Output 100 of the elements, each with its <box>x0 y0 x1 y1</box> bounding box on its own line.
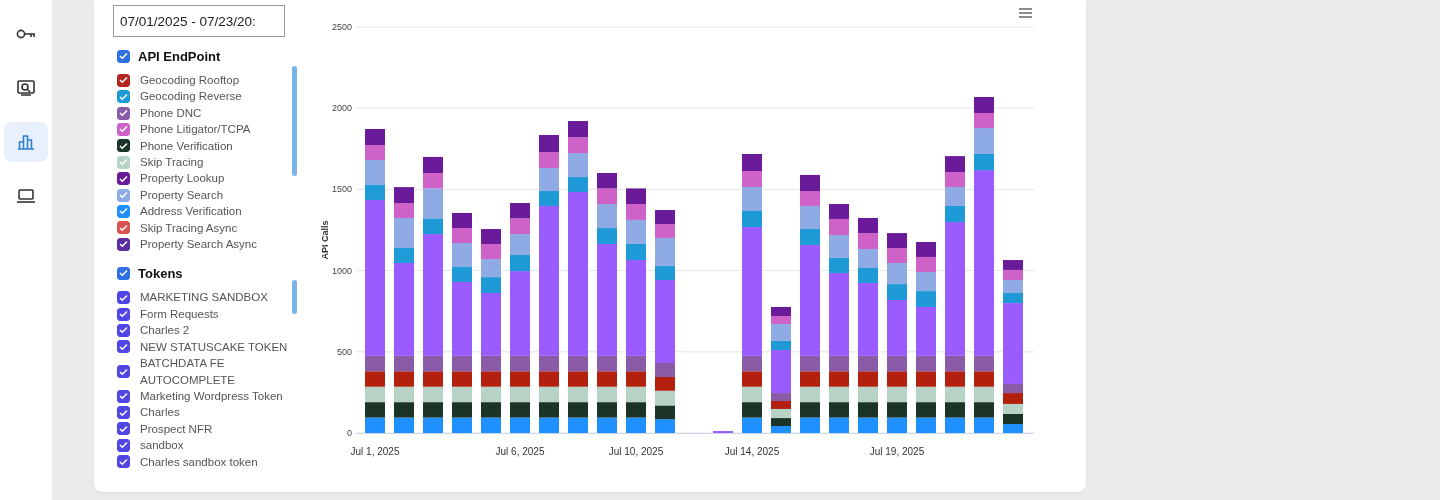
y-tick-label: 1500 <box>331 184 352 195</box>
bar-segment <box>887 402 907 418</box>
bar-segment <box>568 402 588 418</box>
bar-segment <box>858 402 878 418</box>
bar-segment <box>481 371 501 387</box>
x-tick-label: Jul 6, 2025 <box>495 446 545 457</box>
bar-segment <box>800 174 820 191</box>
bar-segment <box>974 371 994 387</box>
bar-segment <box>945 371 965 387</box>
bar-segment <box>858 371 878 387</box>
filter-checkbox[interactable] <box>117 188 130 202</box>
bar-segment <box>858 218 878 234</box>
x-tick-label: Jul 19, 2025 <box>869 446 925 457</box>
bar-segment <box>771 307 791 317</box>
chart-nav-button[interactable] <box>4 122 48 162</box>
bar-segment <box>394 371 414 387</box>
filter-label: Phone DNC <box>140 105 202 121</box>
bar-segment <box>423 156 443 173</box>
filter-checkbox[interactable] <box>117 365 130 378</box>
group-checkbox[interactable] <box>117 266 130 280</box>
bar-segment <box>916 272 936 292</box>
filter-checkbox[interactable] <box>117 90 130 104</box>
bar-segment <box>800 402 820 418</box>
y-axis-title: API Calls <box>320 220 330 260</box>
bar-segment <box>887 371 907 387</box>
filter-checkbox[interactable] <box>117 406 130 419</box>
filter-checkbox[interactable] <box>117 139 130 153</box>
filter-checkbox[interactable] <box>117 324 130 337</box>
filter-checkbox[interactable] <box>117 455 130 469</box>
bar-segment <box>655 419 675 433</box>
bar-segment <box>974 402 994 418</box>
filter-checkbox[interactable] <box>117 172 130 186</box>
filter-label: Phone Litigator/TCPA <box>140 122 251 138</box>
filter-checkbox[interactable] <box>117 204 130 218</box>
bar-segment <box>829 371 849 387</box>
bar-segment <box>481 402 501 418</box>
filter-label: Phone Verification <box>140 138 233 154</box>
bar-segment <box>452 212 472 229</box>
bar-segment <box>916 371 936 387</box>
filter-checkbox[interactable] <box>117 122 130 136</box>
bar-segment <box>858 249 878 268</box>
bar-segment <box>394 187 414 204</box>
bar-segment <box>829 204 849 219</box>
bar-segment <box>481 259 501 278</box>
bar-segment <box>394 402 414 418</box>
filter-label: Form Requests <box>140 306 219 322</box>
bar-segment <box>655 405 675 420</box>
filter-label: MARKETING SANDBOX <box>140 290 268 306</box>
bar-segment <box>916 242 936 257</box>
group-checkbox[interactable] <box>117 49 130 63</box>
filter-label: Address Verification <box>140 204 242 220</box>
filter-label: Charles <box>140 405 180 421</box>
group-title: API EndPoint <box>138 48 221 64</box>
bar-segment <box>423 402 443 418</box>
bar-segment <box>481 229 501 244</box>
filter-label: Charles sandbox token <box>140 454 258 470</box>
scrollbar-thumb[interactable] <box>292 66 297 176</box>
menu-icon[interactable] <box>1018 8 1033 18</box>
scrollbar-thumb[interactable] <box>292 280 297 315</box>
bar-segment <box>1003 414 1023 425</box>
filter-checkbox[interactable] <box>117 422 130 436</box>
bar-segment <box>510 203 530 219</box>
filter-checkbox[interactable] <box>117 438 130 452</box>
filter-checkbox[interactable] <box>117 73 130 87</box>
y-tick-label: 0 <box>347 428 352 438</box>
bar-segment <box>423 371 443 387</box>
bar-segment <box>626 188 646 204</box>
filter-checkbox[interactable] <box>117 389 130 403</box>
filter-checkbox[interactable] <box>117 291 130 305</box>
filter-checkbox[interactable] <box>117 237 130 251</box>
bar-segment <box>365 129 385 146</box>
bar-segment <box>365 371 385 387</box>
bar-segment <box>742 402 762 418</box>
bar-segment <box>626 402 646 418</box>
bar-segment <box>858 233 878 249</box>
bar-segment <box>771 408 791 419</box>
filter-checkbox[interactable] <box>117 340 130 354</box>
filter-checkbox[interactable] <box>117 106 130 120</box>
bar-segment <box>887 233 907 249</box>
bar-segment <box>655 210 675 224</box>
bar-segment <box>713 431 733 434</box>
filter-label: Property Search Async <box>140 237 257 253</box>
filter-checkbox[interactable] <box>117 221 130 235</box>
filter-label: Geocoding Reverse <box>140 89 242 105</box>
filter-label: Prospect NFR <box>140 421 213 437</box>
bar-segment <box>1003 393 1023 404</box>
date-range-field[interactable]: 07/01/2025 - 07/23/20: <box>113 5 285 37</box>
bar-segment <box>510 218 530 235</box>
filter-label: Skip Tracing <box>140 155 204 171</box>
filter-checkbox[interactable] <box>117 307 130 321</box>
group-title: Tokens <box>138 265 183 281</box>
bar-segment <box>1003 269 1023 280</box>
bar-segment <box>539 135 559 153</box>
bar-segment <box>945 156 965 172</box>
filter-label: BATCHDATA FE AUTOCOMPLETE <box>140 356 236 388</box>
bar-segment <box>829 402 849 418</box>
bar-segment <box>1003 260 1023 270</box>
search-icon <box>17 80 35 96</box>
filter-label: Geocoding Rooftop <box>140 73 240 88</box>
bar-segment <box>510 371 530 387</box>
